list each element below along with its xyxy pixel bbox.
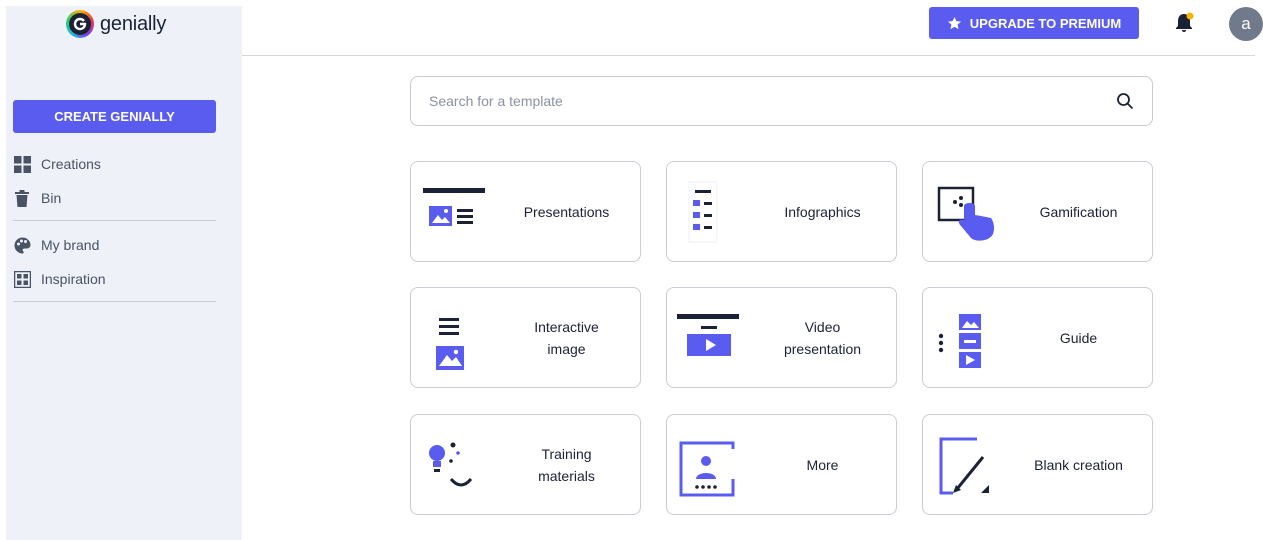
template-card-more[interactable]: More	[666, 414, 897, 515]
template-label: Blank creation	[1034, 456, 1123, 473]
template-label: Presentations	[523, 203, 610, 220]
template-card-infographics[interactable]: Infographics	[666, 161, 897, 262]
sidebar-item-label: Inspiration	[41, 271, 106, 287]
notifications-bell-icon[interactable]	[1175, 12, 1195, 34]
template-card-interactive-image[interactable]: Interactive image	[410, 287, 641, 388]
sidebar-divider	[13, 220, 216, 221]
template-label: Infographics	[784, 203, 861, 220]
sidebar-item-creations[interactable]: Creations	[13, 155, 101, 173]
guide-icon	[938, 312, 985, 370]
template-search	[410, 76, 1153, 126]
sidebar-item-label: Creations	[41, 156, 101, 172]
template-card-video-presentation[interactable]: Video presentation	[666, 287, 897, 388]
genially-logo[interactable]: genially	[66, 10, 166, 38]
infographic-icon	[688, 181, 718, 243]
grid-icon	[13, 155, 31, 173]
sidebar-item-label: Bin	[41, 190, 62, 206]
search-icon[interactable]	[1116, 92, 1134, 110]
template-card-blank-creation[interactable]: Blank creation	[922, 414, 1153, 515]
template-label: Interactive image	[534, 318, 599, 357]
interactive-image-icon	[433, 312, 465, 370]
upgrade-label: UPGRADE TO PREMIUM	[969, 15, 1122, 31]
template-label: Guide	[1059, 329, 1098, 346]
gallery-icon	[13, 270, 31, 288]
training-icon	[429, 442, 483, 495]
template-card-gamification[interactable]: Gamification	[922, 161, 1153, 262]
presentation-icon	[423, 188, 491, 242]
avatar[interactable]: a	[1229, 7, 1263, 41]
blank-creation-icon	[939, 437, 997, 497]
video-presentation-icon	[677, 314, 741, 366]
template-card-training-materials[interactable]: Training materials	[410, 414, 641, 515]
more-icon	[679, 441, 741, 497]
gamification-icon	[937, 186, 995, 241]
create-genially-button[interactable]: CREATE GENIALLY	[13, 100, 216, 133]
template-label: Video presentation	[783, 318, 862, 357]
template-card-guide[interactable]: Guide	[922, 287, 1153, 388]
search-input[interactable]	[429, 93, 1116, 109]
star-icon	[947, 16, 961, 29]
sidebar-item-inspiration[interactable]: Inspiration	[13, 270, 106, 288]
trash-icon	[13, 189, 31, 207]
template-label: More	[806, 456, 839, 473]
palette-icon	[13, 236, 31, 254]
sidebar-divider	[13, 301, 216, 302]
template-card-presentations[interactable]: Presentations	[410, 161, 641, 262]
template-label: Training materials	[538, 445, 595, 484]
header-divider	[242, 55, 1255, 56]
sidebar: genially CREATE GENIALLY Creations Bin M…	[6, 6, 242, 540]
upgrade-premium-button[interactable]: UPGRADE TO PREMIUM	[929, 7, 1139, 39]
brand-name: genially	[100, 12, 167, 35]
template-label: Gamification	[1039, 203, 1118, 220]
sidebar-item-label: My brand	[41, 237, 100, 253]
genially-logo-icon	[66, 10, 94, 38]
sidebar-item-bin[interactable]: Bin	[13, 189, 61, 207]
sidebar-item-my-brand[interactable]: My brand	[13, 236, 99, 254]
